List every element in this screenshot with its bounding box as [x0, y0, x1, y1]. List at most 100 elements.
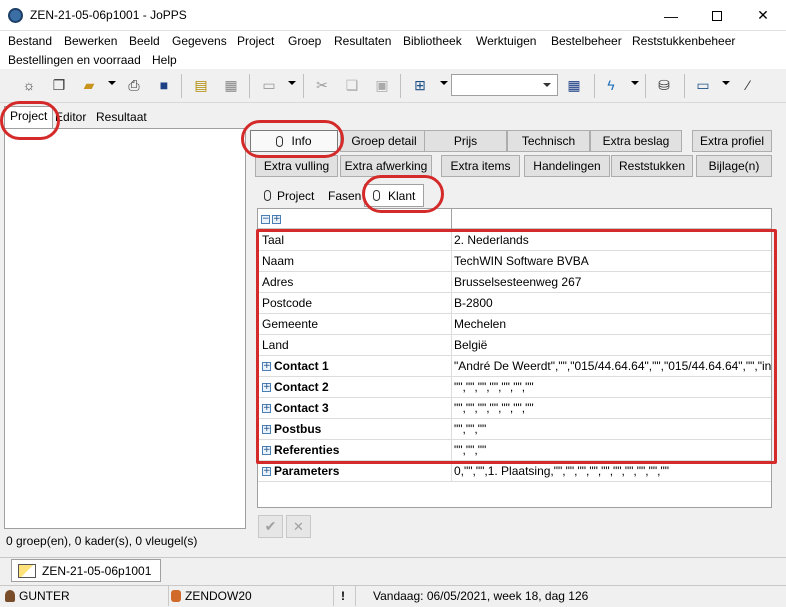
menu-bestelbeheer[interactable]: Bestelbeheer: [551, 34, 622, 48]
database-icon: [171, 590, 181, 602]
app-logo-icon: [8, 8, 23, 23]
status-user-label: GUNTER: [19, 589, 70, 603]
document-tab-label: ZEN-21-05-06p1001: [42, 563, 152, 578]
printer-icon[interactable]: ▭: [259, 75, 279, 95]
status-database: ZENDOW20: [171, 589, 252, 603]
cancel-x-button[interactable]: ✕: [286, 515, 311, 538]
subtab-fasen[interactable]: Fasen: [328, 185, 361, 206]
copy-disabled-icon[interactable]: ❏: [342, 75, 362, 95]
menu-resultaten[interactable]: Resultaten: [334, 34, 391, 48]
menu-help[interactable]: Help: [152, 53, 177, 67]
toolbar-separator: [181, 74, 182, 98]
column-divider: [451, 209, 452, 229]
chevron-down-icon[interactable]: [440, 81, 448, 85]
chevron-down-icon: [543, 83, 551, 87]
confirm-check-button[interactable]: ✔: [258, 515, 283, 538]
highlight-info-button: [241, 120, 344, 158]
status-user: GUNTER: [5, 589, 70, 603]
menu-bestellingen-en-voorraad[interactable]: Bestellingen en voorraad: [8, 53, 141, 67]
extra-afwerking-button[interactable]: Extra afwerking: [340, 155, 432, 177]
title-bar: ZEN-21-05-06p1001 - JoPPS — ✕: [0, 0, 786, 31]
menu-bewerken[interactable]: Bewerken: [64, 34, 117, 48]
window-icon[interactable]: ▭: [693, 75, 713, 95]
technisch-button[interactable]: Technisch: [507, 130, 590, 152]
subtab-project[interactable]: Project: [264, 185, 314, 206]
maximize-icon: [712, 10, 722, 21]
grid-row-value[interactable]: 0,"","",1. Plaatsing,"","","","","","","…: [454, 464, 669, 478]
color-grid-icon[interactable]: ▦: [564, 75, 584, 95]
database-help-icon[interactable]: ⛁: [654, 75, 674, 95]
prijs-button[interactable]: Prijs: [424, 130, 507, 152]
grid-row-label: Parameters: [274, 464, 340, 478]
menu-reststukkenbeheer[interactable]: Reststukkenbeheer: [632, 34, 735, 48]
collapse-all-icon[interactable]: −: [261, 215, 270, 224]
maximize-button[interactable]: [694, 0, 740, 31]
tab-resultaat[interactable]: Resultaat: [91, 108, 152, 128]
print-preview-icon[interactable]: ⎙: [124, 75, 144, 95]
highlight-project-tab: [0, 101, 60, 140]
toolbar-combo[interactable]: [451, 74, 558, 96]
toolbar-separator: [684, 74, 685, 98]
project-tree-panel[interactable]: [4, 128, 246, 529]
bijlagen-button[interactable]: Bijlage(n): [696, 155, 772, 177]
status-separator: [355, 586, 356, 606]
status-date: Vandaag: 06/05/2021, week 18, dag 126: [373, 589, 589, 603]
copy-icon[interactable]: ❐: [49, 75, 69, 95]
menu-project[interactable]: Project: [237, 34, 274, 48]
groep-detail-button[interactable]: Groep detail: [340, 130, 428, 152]
extra-vulling-button[interactable]: Extra vulling: [255, 155, 338, 177]
select-grid-icon[interactable]: ⊞: [410, 75, 430, 95]
menu-bar: Bestand Bewerken Beeld Gegevens Project …: [0, 31, 786, 69]
toolbar: ☼ ❐ ▰ ⎙ ■ ▤ ▦ ▭ ✂ ❏ ▣ ⊞ ▦ ϟ ⛁ ▭ ⁄: [0, 69, 786, 103]
grid-row[interactable]: + Parameters 0,"","",1. Plaatsing,"","",""…: [258, 461, 771, 482]
extra-profiel-button[interactable]: Extra profiel: [692, 130, 772, 152]
user-icon: [5, 590, 15, 602]
highlight-klant-tab: [362, 175, 444, 213]
chevron-down-icon[interactable]: [631, 81, 639, 85]
menu-groep[interactable]: Groep: [288, 34, 321, 48]
toolbar-separator: [400, 74, 401, 98]
menu-beeld[interactable]: Beeld: [129, 34, 160, 48]
open-folder-icon[interactable]: ▰: [79, 75, 99, 95]
expand-icon[interactable]: +: [262, 467, 271, 476]
status-database-label: ZENDOW20: [185, 589, 252, 603]
paste-disabled-icon[interactable]: ▣: [372, 75, 392, 95]
menu-werktuigen[interactable]: Werktuigen: [476, 34, 536, 48]
document-icon: [18, 563, 36, 578]
highlight-klant-fields: [256, 229, 777, 464]
reststukken-button[interactable]: Reststukken: [611, 155, 693, 177]
menu-bestand[interactable]: Bestand: [8, 34, 52, 48]
column-divider: [451, 461, 452, 482]
subtab-project-label: Project: [277, 188, 315, 203]
calculator-icon[interactable]: ▤: [191, 75, 211, 95]
extra-beslag-button[interactable]: Extra beslag: [590, 130, 682, 152]
lightning-icon[interactable]: ϟ: [601, 75, 621, 95]
cut-icon[interactable]: ✂: [312, 75, 332, 95]
minimize-button[interactable]: —: [648, 0, 694, 31]
handelingen-button[interactable]: Handelingen: [524, 155, 610, 177]
document-tab[interactable]: ZEN-21-05-06p1001: [11, 559, 161, 582]
window-title: ZEN-21-05-06p1001 - JoPPS: [30, 8, 187, 22]
new-icon[interactable]: ☼: [19, 75, 39, 95]
toolbar-separator: [645, 74, 646, 98]
chevron-down-icon[interactable]: [108, 81, 116, 85]
toolbar-separator: [594, 74, 595, 98]
status-alert: !: [341, 589, 345, 603]
status-separator: [333, 586, 334, 606]
save-icon[interactable]: ■: [154, 75, 174, 95]
expand-all-icon[interactable]: +: [272, 215, 281, 224]
menu-bibliotheek[interactable]: Bibliotheek: [403, 34, 462, 48]
grid-header: − +: [258, 209, 771, 229]
close-button[interactable]: ✕: [740, 0, 786, 31]
chevron-down-icon[interactable]: [722, 81, 730, 85]
status-separator: [168, 586, 169, 606]
group-count-text: 0 groep(en), 0 kader(s), 0 vleugel(s): [6, 534, 198, 548]
chevron-down-icon[interactable]: [288, 81, 296, 85]
paperclip-icon: [264, 190, 271, 201]
extra-items-button[interactable]: Extra items: [441, 155, 520, 177]
menu-gegevens[interactable]: Gegevens: [172, 34, 227, 48]
toolbar-separator: [303, 74, 304, 98]
toolbar-separator: [249, 74, 250, 98]
magic-wand-icon[interactable]: ⁄: [738, 75, 758, 95]
table-icon[interactable]: ▦: [221, 75, 241, 95]
